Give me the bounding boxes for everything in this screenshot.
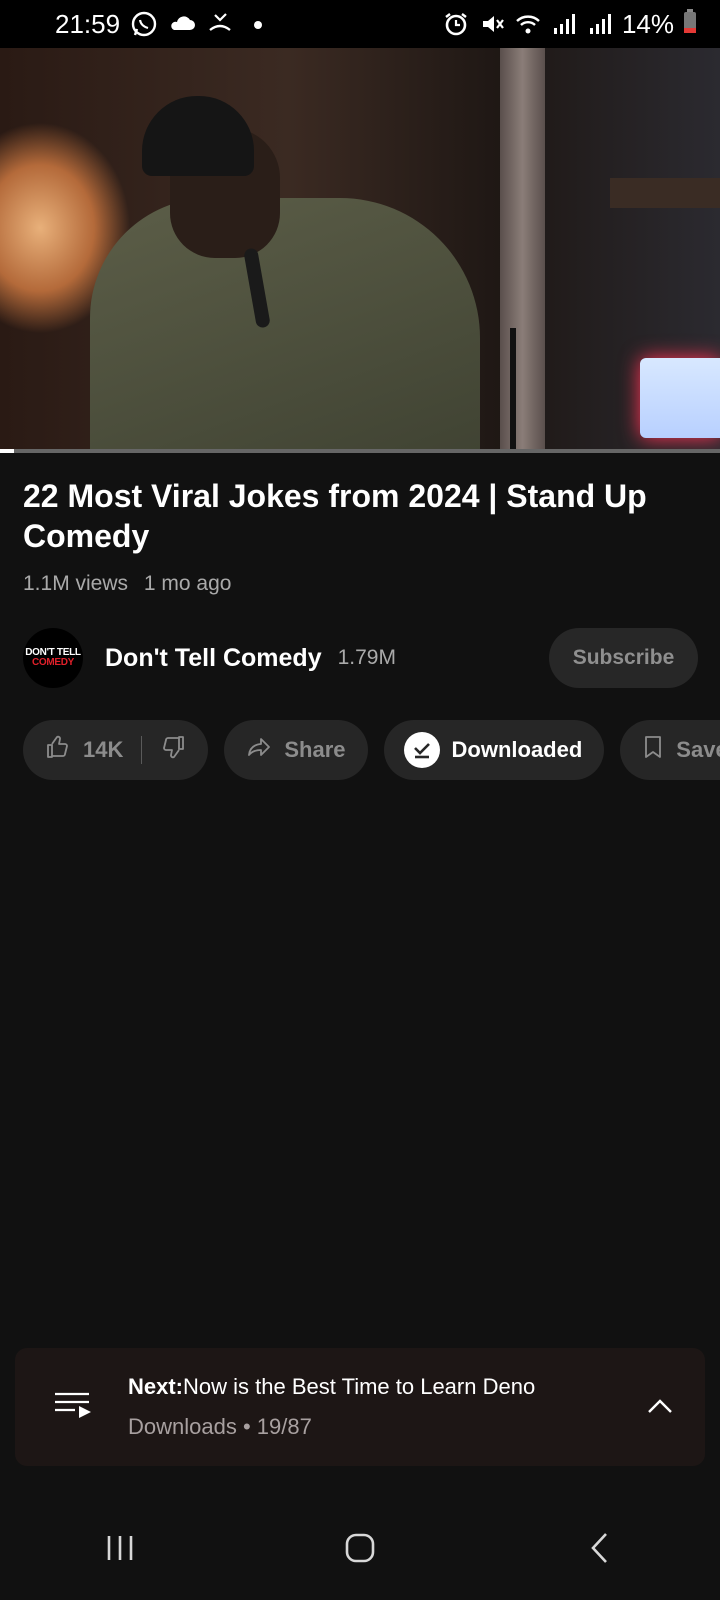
- wifi-icon: [514, 10, 542, 38]
- status-left: 21:59: [55, 9, 272, 40]
- chevron-up-icon[interactable]: [645, 1392, 675, 1427]
- video-meta[interactable]: 1.1M views 1 mo ago: [23, 572, 231, 596]
- status-bar: 21:59 14%: [0, 0, 720, 48]
- dot-icon: [244, 10, 272, 38]
- downloaded-label: Downloaded: [451, 737, 583, 762]
- next-prefix: Next:: [128, 1374, 184, 1399]
- subscriber-count: 1.79M: [337, 646, 396, 669]
- queue-icon: [53, 1390, 93, 1425]
- alarm-icon: [442, 10, 470, 38]
- like-count[interactable]: 14K: [83, 737, 123, 763]
- save-label: Save: [676, 737, 720, 762]
- video-title[interactable]: 22 Most Viral Jokes from 2024 | Stand Up…: [23, 476, 703, 556]
- video-frame-neon-sign: [640, 358, 720, 438]
- dislike-icon[interactable]: [160, 734, 186, 766]
- whatsapp-icon: [130, 10, 158, 38]
- home-button[interactable]: [320, 1520, 400, 1580]
- playlist-name: Downloads: [128, 1414, 237, 1439]
- cloud-icon: [168, 10, 196, 38]
- next-video-title: Now is the Best Time to Learn Deno: [183, 1374, 536, 1399]
- downloaded-check-icon: [403, 732, 440, 768]
- channel-name[interactable]: Don't Tell Comedy: [105, 644, 322, 673]
- like-divider: [141, 736, 143, 764]
- share-icon: [246, 734, 272, 766]
- video-frame-pillar: [500, 48, 545, 453]
- video-frame-shelf: [610, 178, 720, 208]
- avatar-text-line2: COMEDY: [31, 657, 75, 668]
- status-right: 14%: [442, 7, 698, 42]
- battery-icon: [682, 7, 698, 42]
- video-progress-bar[interactable]: [0, 449, 720, 453]
- view-count: 1.1M views: [23, 572, 129, 595]
- upload-age: 1 mo ago: [143, 572, 232, 595]
- save-button[interactable]: Save: [620, 720, 720, 780]
- next-up-bar[interactable]: Next:Now is the Best Time to Learn Deno …: [15, 1348, 705, 1466]
- back-icon: [585, 1531, 615, 1570]
- next-playlist-info: Downloads • 19/87: [128, 1414, 312, 1439]
- subscribe-button[interactable]: Subscribe: [549, 628, 698, 688]
- video-player[interactable]: [0, 48, 720, 453]
- system-nav-bar: [0, 1500, 720, 1600]
- action-row: 14K Share Downloaded Save: [23, 720, 720, 780]
- home-icon: [343, 1531, 377, 1570]
- recents-icon: [103, 1533, 137, 1568]
- video-frame-mic-stand: [510, 328, 516, 453]
- share-button[interactable]: Share: [224, 720, 368, 780]
- signal-icon: [586, 10, 614, 38]
- like-icon[interactable]: [45, 734, 71, 766]
- downloaded-button[interactable]: Downloaded: [383, 720, 605, 780]
- channel-avatar[interactable]: DON'T TELL COMEDY: [23, 628, 83, 688]
- missed-call-icon: [206, 10, 234, 38]
- battery-percent: 14%: [621, 8, 674, 39]
- mute-icon: [478, 10, 506, 38]
- playlist-position: 19/87: [256, 1414, 312, 1439]
- bookmark-icon: [642, 734, 664, 766]
- signal-icon: [550, 10, 578, 38]
- recents-button[interactable]: [80, 1520, 160, 1580]
- video-progress-fill: [0, 449, 15, 453]
- share-label: Share: [284, 737, 346, 762]
- video-frame-performer: [90, 198, 480, 453]
- channel-row: DON'T TELL COMEDY Don't Tell Comedy 1.79…: [23, 628, 698, 688]
- like-dislike-group: 14K: [23, 720, 209, 780]
- back-button[interactable]: [560, 1520, 640, 1580]
- video-frame-beanie: [142, 96, 254, 176]
- next-title: Next:Now is the Best Time to Learn Deno: [128, 1374, 535, 1400]
- clock: 21:59: [55, 8, 121, 39]
